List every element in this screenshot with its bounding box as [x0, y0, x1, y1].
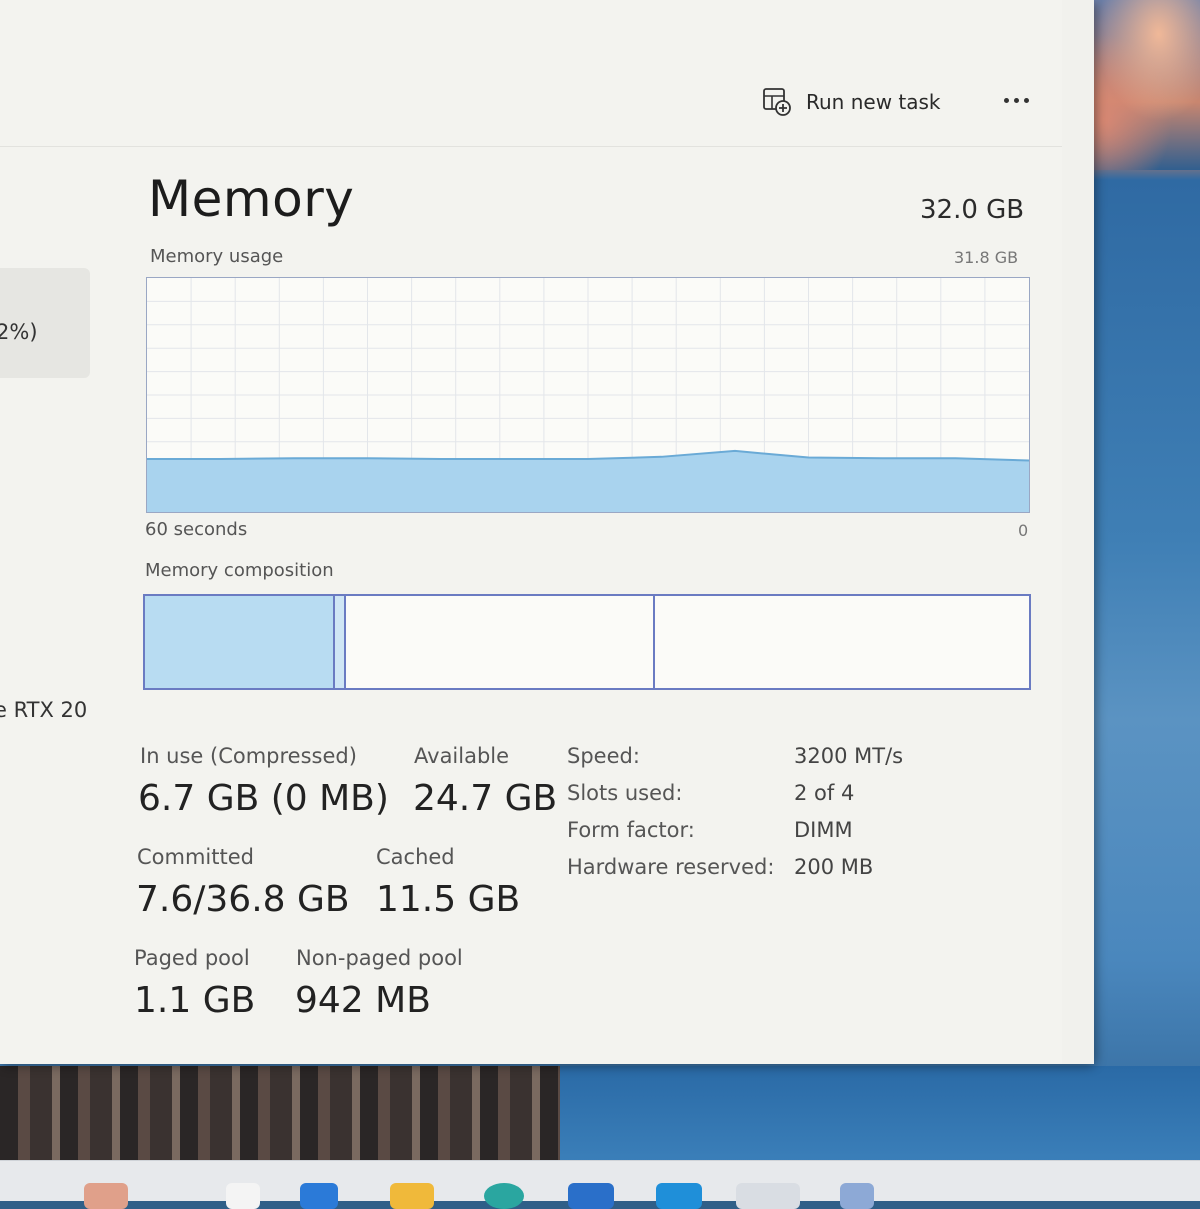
memory-composition-label: Memory composition	[145, 560, 334, 581]
sidebar-item-gpu[interactable]: e RTX 20	[0, 698, 87, 722]
nonpaged-pool-value: 942 MB	[295, 980, 431, 1021]
speed-label: Speed:	[567, 744, 640, 768]
composition-segment-free[interactable]	[655, 596, 1029, 688]
memory-usage-label: Memory usage	[150, 246, 284, 267]
memory-usage-max: 31.8 GB	[954, 248, 1019, 267]
composition-segment-in-use[interactable]	[145, 596, 336, 688]
store-icon[interactable]	[568, 1183, 614, 1209]
dot	[1023, 97, 1029, 103]
command-bar	[0, 0, 1062, 147]
available-label: Available	[414, 744, 510, 768]
page-title: Memory	[148, 170, 355, 228]
speed-value: 3200 MT/s	[794, 744, 904, 768]
memory-usage-area	[147, 450, 1029, 512]
folder-icon[interactable]	[390, 1183, 434, 1209]
hardware-reserved-value: 200 MB	[794, 855, 874, 879]
paged-pool-label: Paged pool	[134, 946, 250, 970]
memory-usage-chart	[146, 277, 1030, 513]
chart-axis-right: 0	[1018, 521, 1029, 540]
cached-label: Cached	[376, 845, 455, 869]
memory-composition-bar	[143, 594, 1031, 690]
edge-icon[interactable]	[484, 1183, 524, 1209]
composition-segment-standby[interactable]	[345, 596, 656, 688]
more-options-icon[interactable]	[996, 86, 1036, 114]
taskbar-app-icon[interactable]	[656, 1183, 702, 1209]
committed-label: Committed	[137, 845, 254, 869]
run-new-task-icon	[762, 87, 792, 117]
composition-segment-modified[interactable]	[335, 596, 346, 688]
hardware-reserved-label: Hardware reserved:	[567, 855, 775, 879]
memory-usage-graph	[147, 278, 1030, 512]
sidebar-item-value: 2%)	[0, 320, 38, 344]
taskbar-app-icon[interactable]	[226, 1183, 260, 1209]
taskbar	[0, 1160, 1200, 1209]
run-new-task-button[interactable]: Run new task	[762, 86, 941, 118]
form-factor-value: DIMM	[794, 818, 853, 842]
task-manager-window: Run new task 2%) e RTX 20 Memory 32.0 GB…	[0, 0, 1094, 1064]
in-use-label: In use (Compressed)	[140, 744, 357, 768]
available-value: 24.7 GB	[413, 778, 558, 819]
taskbar-app-icon[interactable]	[84, 1183, 128, 1209]
wallpaper-water	[560, 1066, 1200, 1162]
paged-pool-value: 1.1 GB	[134, 980, 256, 1021]
dot	[1013, 97, 1019, 103]
slots-used-label: Slots used:	[567, 781, 683, 805]
committed-value: 7.6/36.8 GB	[136, 879, 350, 920]
in-use-value: 6.7 GB (0 MB)	[138, 778, 389, 819]
form-factor-label: Form factor:	[567, 818, 695, 842]
taskbar-app-icon[interactable]	[300, 1183, 338, 1209]
cached-value: 11.5 GB	[376, 879, 521, 920]
chart-axis-left: 60 seconds	[145, 519, 248, 540]
task-manager-icon[interactable]	[736, 1183, 800, 1209]
nonpaged-pool-label: Non-paged pool	[296, 946, 463, 970]
run-new-task-label: Run new task	[806, 90, 941, 114]
dot	[1003, 97, 1009, 103]
window-edge	[1062, 0, 1094, 1064]
memory-total: 32.0 GB	[920, 195, 1025, 225]
slots-used-value: 2 of 4	[794, 781, 855, 805]
taskbar-app-icon[interactable]	[840, 1183, 874, 1209]
